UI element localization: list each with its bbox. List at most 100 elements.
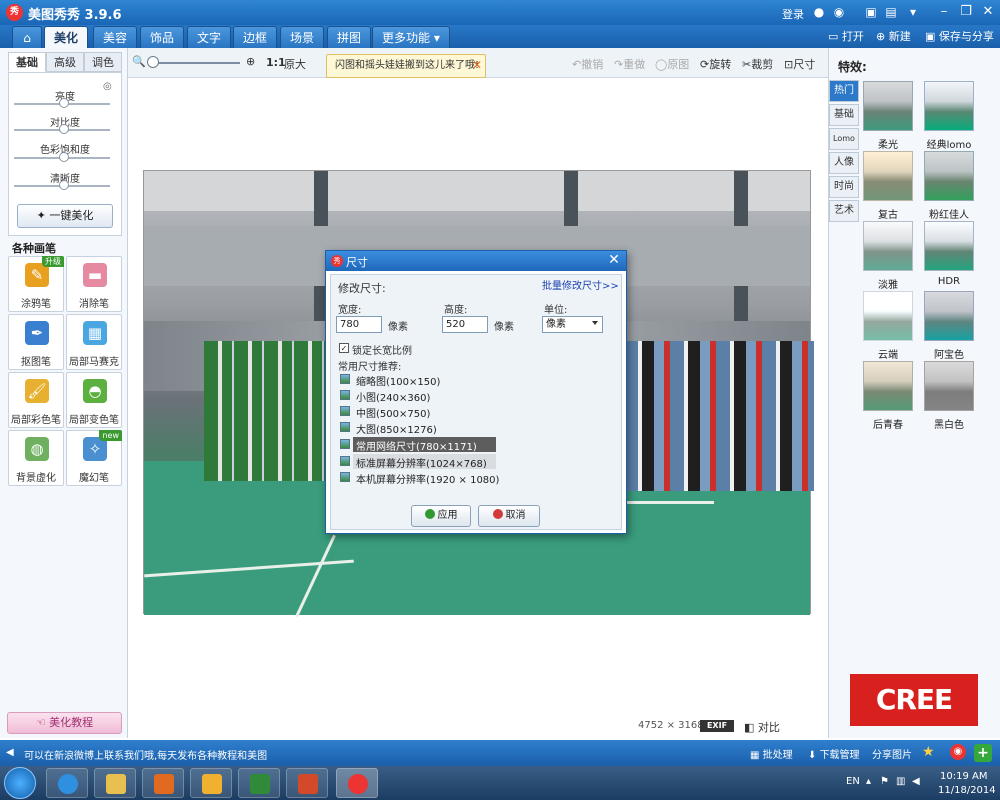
save-share-button[interactable]: ▣ 保存与分享 — [925, 29, 994, 45]
fx-category-portrait[interactable]: 人像 — [829, 152, 859, 174]
preset-thumbnail[interactable]: 缩略图(100×150) — [354, 373, 442, 388]
tab-beautify[interactable]: 美化 — [44, 26, 89, 48]
chevron-down-icon[interactable] — [592, 321, 598, 325]
effect-elegant[interactable] — [863, 221, 913, 271]
fx-category-hot[interactable]: 热门 — [829, 80, 859, 102]
effect-black-white[interactable] — [924, 361, 974, 411]
zoom-ratio[interactable]: 1:1 — [266, 56, 286, 69]
brush-color-change[interactable]: ◓ 局部变色笔 — [66, 372, 122, 428]
status-message[interactable]: 可以在新浪微博上联系我们哦,每天发布各种教程和美图 — [24, 747, 267, 762]
add-icon[interactable]: + — [974, 744, 992, 762]
download-manager-button[interactable]: ⬇ 下载管理 — [808, 746, 860, 761]
exif-button[interactable]: EXIF — [700, 720, 734, 732]
preset-large[interactable]: 大图(850×1276) — [354, 421, 439, 436]
tray-network-icon[interactable]: ▥ — [896, 776, 905, 787]
taskbar-ie[interactable] — [46, 768, 88, 798]
batch-button[interactable]: ▦ 批处理 — [750, 746, 793, 761]
effect-cloud[interactable] — [863, 291, 913, 341]
subtab-basic[interactable]: 基础 — [8, 52, 46, 72]
brush-doodle[interactable]: ✎ 升级 涂鸦笔 — [8, 256, 64, 312]
tab-border[interactable]: 边框 — [233, 26, 278, 48]
cancel-button[interactable]: 取消 — [478, 505, 540, 527]
brush-cutout[interactable]: ✒ 抠图笔 — [8, 314, 64, 370]
preset-web[interactable]: 常用网络尺寸(780×1171) — [354, 438, 479, 453]
fx-category-art[interactable]: 艺术 — [829, 200, 859, 222]
preset-standard-screen[interactable]: 标准屏幕分辨率(1024×768) — [354, 455, 489, 470]
width-input[interactable]: 780 — [336, 316, 382, 333]
dialog-close-icon[interactable]: ✕ — [606, 252, 622, 268]
brush-magic[interactable]: ✧ new 魔幻笔 — [66, 430, 122, 486]
fx-category-lomo[interactable]: Lomo — [829, 128, 859, 150]
weibo-icon[interactable]: ◉ — [832, 5, 846, 19]
apply-button[interactable]: 应用 — [411, 505, 471, 527]
taskbar-excel[interactable] — [238, 768, 280, 798]
height-input[interactable]: 520 — [442, 316, 488, 333]
effect-vintage[interactable] — [863, 151, 913, 201]
feedback-icon[interactable]: ▤ — [884, 5, 898, 19]
preset-native-screen[interactable]: 本机屏幕分辨率(1920 × 1080) — [354, 471, 501, 486]
open-button[interactable]: ▭ 打开 — [828, 29, 864, 45]
taskbar-powerpoint[interactable] — [286, 768, 328, 798]
lock-ratio-checkbox[interactable]: ✓ — [339, 343, 349, 353]
dialog-title-bar[interactable] — [326, 251, 626, 271]
batch-resize-link[interactable]: 批量修改尺寸>> — [542, 277, 619, 292]
taskbar-explorer[interactable] — [94, 768, 136, 798]
brush-local-color[interactable]: 🖌 局部彩色笔 — [8, 372, 64, 428]
brush-mosaic[interactable]: ▦ 局部马赛克 — [66, 314, 122, 370]
subtab-color[interactable]: 调色 — [84, 52, 122, 72]
close-icon[interactable]: ✕ — [980, 4, 996, 20]
one-click-beautify-button[interactable]: ✦ 一键美化 — [17, 204, 113, 228]
start-button-icon[interactable] — [4, 767, 36, 799]
preset-medium[interactable]: 中图(500×750) — [354, 405, 432, 420]
menu-icon[interactable]: ▾ — [906, 5, 920, 19]
zoom-out-icon[interactable]: 🔍 — [132, 55, 146, 68]
zoom-slider-track[interactable] — [150, 62, 240, 64]
share-image-button[interactable]: 分享图片 — [872, 746, 912, 761]
redo-button[interactable]: ↷重做 — [614, 56, 645, 72]
zoom-in-icon[interactable]: ⊕ — [246, 55, 255, 68]
undo-button[interactable]: ↶撤销 — [572, 56, 603, 72]
zoom-slider-thumb[interactable] — [147, 56, 159, 68]
preset-small[interactable]: 小图(240×360) — [354, 389, 432, 404]
tray-volume-icon[interactable]: ◀ — [912, 776, 920, 787]
original-button[interactable]: ◯原图 — [655, 56, 689, 72]
skin-icon[interactable]: ▣ — [864, 5, 878, 19]
fx-category-fashion[interactable]: 时尚 — [829, 176, 859, 198]
language-indicator[interactable]: EN — [846, 776, 860, 787]
minimize-icon[interactable]: – — [936, 4, 952, 20]
tray-arrow-icon[interactable]: ▴ — [866, 776, 871, 787]
tip-close-icon[interactable]: ✕ — [472, 58, 484, 72]
taskbar-meitu[interactable] — [336, 768, 378, 798]
compare-button[interactable]: ◧ 对比 — [744, 719, 780, 735]
tab-beauty[interactable]: 美容 — [93, 26, 138, 48]
weibo-share-icon[interactable]: ◉ — [950, 744, 966, 760]
maximize-icon[interactable]: ❐ — [958, 4, 974, 20]
brightness-thumb[interactable] — [59, 98, 69, 108]
contrast-thumb[interactable] — [59, 124, 69, 134]
original-size-button[interactable]: 原大 — [284, 56, 306, 72]
tab-scene[interactable]: 场景 — [280, 26, 325, 48]
taskbar-media[interactable] — [142, 768, 184, 798]
effect-pink-lady[interactable] — [924, 151, 974, 201]
tab-text[interactable]: 文字 — [187, 26, 232, 48]
sharpness-thumb[interactable] — [59, 180, 69, 190]
login-link[interactable]: 登录 — [782, 6, 804, 22]
subtab-advanced[interactable]: 高级 — [46, 52, 84, 72]
clock-time[interactable]: 10:19 AM — [940, 771, 987, 782]
tutorial-button[interactable]: ☜ 美化教程 — [7, 712, 122, 734]
effect-classic-lomo[interactable] — [924, 81, 974, 131]
lock-ratio-label[interactable]: 锁定长宽比例 — [352, 342, 412, 357]
clock-date[interactable]: 11/18/2014 — [938, 785, 996, 796]
resize-button[interactable]: ⊡尺寸 — [784, 56, 815, 72]
home-icon[interactable]: ⌂ — [12, 26, 42, 48]
tab-collage[interactable]: 拼图 — [327, 26, 372, 48]
tray-flag-icon[interactable]: ⚑ — [880, 776, 889, 787]
qq-icon[interactable]: ● — [812, 5, 826, 19]
effect-youth[interactable] — [863, 361, 913, 411]
new-button[interactable]: ⊕ 新建 — [876, 29, 911, 45]
star-icon[interactable]: ★ — [922, 744, 938, 760]
brush-background-blur[interactable]: ◍ 背景虚化 — [8, 430, 64, 486]
effect-abao-color[interactable] — [924, 291, 974, 341]
saturation-thumb[interactable] — [59, 152, 69, 162]
brush-eraser[interactable]: ▬ 消除笔 — [66, 256, 122, 312]
